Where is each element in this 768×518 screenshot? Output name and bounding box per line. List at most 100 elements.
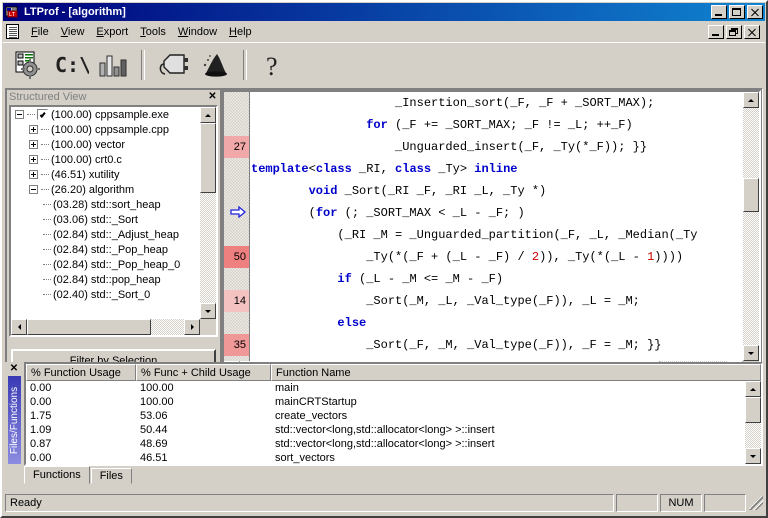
tree-scroll-right-button[interactable]	[184, 319, 200, 335]
code-lines[interactable]: _Insertion_sort(_F, _F + _SORT_MAX); for…	[251, 92, 743, 361]
code-line[interactable]: void _Sort(_RI _F, _RI _L, _Ty *)	[251, 180, 743, 202]
gutter-line[interactable]: 35	[224, 334, 249, 356]
tree-node[interactable]: (02.84) std::_Pop_heap	[11, 242, 200, 257]
code-line[interactable]: _Unguarded_insert(_F, _Ty(*_F)); }}	[251, 136, 743, 158]
tree-expand-icon[interactable]	[29, 125, 38, 134]
gutter-line[interactable]	[224, 158, 249, 180]
grid-scroll-up-button[interactable]	[745, 381, 761, 397]
table-row[interactable]: 1.7553.06create_vectors	[26, 409, 745, 423]
tree-expand-icon[interactable]	[29, 140, 38, 149]
help-question-icon[interactable]: ?	[255, 46, 295, 84]
tree-node[interactable]: (03.06) std::_Sort	[11, 212, 200, 227]
grid-vscroll-thumb[interactable]	[745, 397, 761, 423]
mdi-minimize-button[interactable]	[708, 25, 724, 39]
mdi-close-button[interactable]	[744, 25, 760, 39]
code-line[interactable]: (for (; _SORT_MAX < _L - _F; )	[251, 202, 743, 224]
wizard-hat-icon[interactable]	[195, 46, 235, 84]
tree-checkbox[interactable]	[37, 109, 48, 120]
structured-view-tree[interactable]: (100.00) cppsample.exe(100.00) cppsample…	[11, 107, 200, 319]
code-vscroll-track[interactable]	[743, 108, 759, 345]
structured-view-close-icon[interactable]: ✕	[207, 92, 218, 103]
tree-node[interactable]: (02.84) std::_Adjust_heap	[11, 227, 200, 242]
tree-node[interactable]: (100.00) cppsample.cpp	[11, 122, 200, 137]
table-row[interactable]: 0.00100.00mainCRTStartup	[26, 395, 745, 409]
menu-window[interactable]: Window	[172, 24, 223, 40]
tree-hscroll-thumb[interactable]	[27, 319, 151, 335]
grid-scroll-down-button[interactable]	[745, 448, 761, 464]
tree-node[interactable]: (100.00) vector	[11, 137, 200, 152]
gutter-line[interactable]	[224, 114, 249, 136]
table-row[interactable]: 0.0046.51sort_vectors	[26, 451, 745, 464]
tree-scroll-up-button[interactable]	[200, 107, 216, 123]
tree-node[interactable]: (02.84) std::pop_heap	[11, 272, 200, 287]
tree-expand-icon[interactable]	[29, 155, 38, 164]
code-line[interactable]: else	[251, 312, 743, 334]
table-row[interactable]: 0.00100.00main	[26, 381, 745, 395]
tree-vertical-scrollbar[interactable]	[200, 107, 216, 319]
menu-tools[interactable]: Tools	[134, 24, 172, 40]
tree-collapse-icon[interactable]	[29, 185, 38, 194]
tree-node[interactable]: (26.20) algorithm	[11, 182, 200, 197]
code-line[interactable]: _Sort(_F, _M, _Val_type(_F)), _F = _M; }…	[251, 334, 743, 356]
tree-scroll-down-button[interactable]	[200, 303, 216, 319]
dock-close-icon[interactable]: ✕	[9, 363, 20, 374]
gutter-line[interactable]	[224, 268, 249, 290]
drive-cdrive-icon[interactable]: C:\	[51, 46, 91, 84]
menu-view[interactable]: View	[55, 24, 91, 40]
code-line[interactable]: for (_F += _SORT_MAX; _F != _L; ++_F)	[251, 114, 743, 136]
code-vscroll-thumb[interactable]	[743, 178, 759, 212]
gutter-line[interactable]: 50	[224, 246, 249, 268]
table-row[interactable]: 1.0950.44std::vector<long,std::allocator…	[26, 423, 745, 437]
gutter-line[interactable]	[224, 312, 249, 334]
gutter-line[interactable]: 14	[224, 290, 249, 312]
code-scroll-down-button[interactable]	[743, 345, 759, 361]
mdi-restore-button[interactable]	[726, 25, 742, 39]
tab-files[interactable]: Files	[91, 468, 132, 484]
resize-grip[interactable]	[749, 496, 763, 510]
code-line[interactable]: (_RI _M = _Unguarded_partition(_F, _L, _…	[251, 224, 743, 246]
gutter-line[interactable]	[224, 92, 249, 114]
bar-chart-icon[interactable]	[93, 46, 133, 84]
tree-scroll-left-button[interactable]	[11, 319, 27, 335]
functions-grid-body[interactable]: 0.00100.00main0.00100.00mainCRTStartup1.…	[26, 381, 745, 464]
code-line[interactable]: _Ty(*(_F + (_L - _F) / 2)), _Ty(*(_L - 1…	[251, 246, 743, 268]
tree-collapse-icon[interactable]	[15, 110, 24, 119]
dock-tab-strip[interactable]: FunctionsFiles	[24, 466, 763, 484]
grid-column-header[interactable]: % Func + Child Usage	[136, 364, 271, 381]
minimize-button[interactable]	[711, 5, 727, 19]
grid-vertical-scrollbar[interactable]	[745, 381, 761, 464]
tab-functions[interactable]: Functions	[24, 466, 90, 484]
tree-horizontal-scrollbar[interactable]	[11, 319, 200, 335]
tree-node[interactable]: (02.40) std::_Sort_0	[11, 287, 200, 302]
gutter-line[interactable]: 27	[224, 136, 249, 158]
functions-grid-header[interactable]: % Function Usage% Func + Child UsageFunc…	[26, 364, 761, 381]
tree-expand-icon[interactable]	[29, 170, 38, 179]
gutter-current-line[interactable]	[224, 202, 249, 224]
menu-help[interactable]: Help	[223, 24, 258, 40]
code-gutter[interactable]: 2750143528	[224, 92, 250, 361]
document-icon[interactable]	[6, 24, 19, 39]
code-line[interactable]: _Sort(_M, _L, _Val_type(_F)), _L = _M;	[251, 290, 743, 312]
code-line[interactable]: template<class _RI, class _Ty> inline	[251, 158, 743, 180]
table-row[interactable]: 0.8748.69std::vector<long,std::allocator…	[26, 437, 745, 451]
grid-column-header[interactable]: Function Name	[271, 364, 761, 381]
menu-file[interactable]: FFileile	[25, 24, 55, 40]
menu-export[interactable]: Export	[90, 24, 134, 40]
code-line[interactable]: if (_L - _M <= _M - _F)	[251, 268, 743, 290]
code-scroll-up-button[interactable]	[743, 92, 759, 108]
gutter-line[interactable]	[224, 180, 249, 202]
tree-node[interactable]: (100.00) cppsample.exe	[11, 107, 200, 122]
tree-node[interactable]: (03.28) std::sort_heap	[11, 197, 200, 212]
gutter-line[interactable]	[224, 224, 249, 246]
grid-column-header[interactable]: % Function Usage	[26, 364, 136, 381]
tree-vscroll-thumb[interactable]	[200, 123, 216, 193]
code-line[interactable]: _Insertion_sort(_F, _F + _SORT_MAX);	[251, 92, 743, 114]
tree-node[interactable]: (46.51) xutility	[11, 167, 200, 182]
tree-node[interactable]: (100.00) crt0.c	[11, 152, 200, 167]
vertical-tab-files-functions[interactable]: Files/Functions	[8, 376, 21, 464]
tree-node[interactable]: (02.84) std::_Pop_heap_0	[11, 257, 200, 272]
close-button[interactable]	[747, 5, 763, 19]
maximize-button[interactable]	[729, 5, 745, 19]
code-vertical-scrollbar[interactable]	[743, 92, 759, 361]
settings-gear-icon[interactable]	[9, 46, 49, 84]
